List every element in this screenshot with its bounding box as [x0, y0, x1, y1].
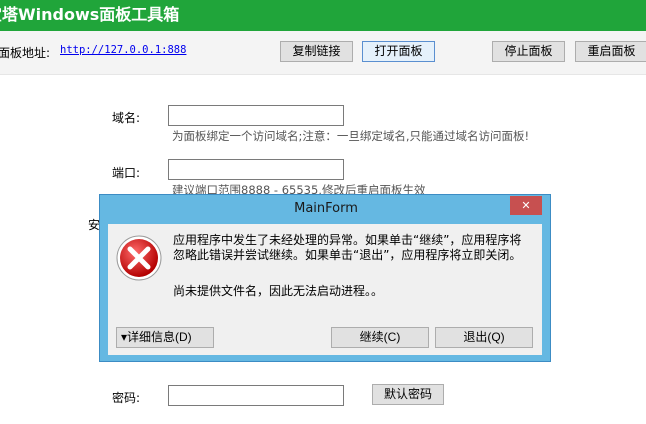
domain-input[interactable] [168, 105, 344, 126]
mainform-dialog: MainForm ✕ 应用程序中发生了未经处理的异常。如果单击“继续”，应用程序… [99, 194, 551, 362]
details-button[interactable]: ▾详细信息(D) [116, 327, 214, 348]
error-detail-message: 尚未提供文件名，因此无法启动进程。。 [173, 284, 384, 298]
domain-label: 域名: [112, 111, 141, 125]
port-input[interactable] [168, 159, 344, 180]
panel-address-link[interactable]: http://127.0.0.1:888 [60, 44, 186, 56]
continue-button[interactable]: 继续(C) [331, 327, 429, 348]
error-message: 应用程序中发生了未经处理的异常。如果单击“继续”，应用程序将忽略此错误并尝试继续… [173, 233, 522, 262]
open-panel-button[interactable]: 打开面板 [362, 41, 435, 62]
panel-address-label: 面板地址: [0, 46, 51, 60]
copy-link-button[interactable]: 复制链接 [280, 41, 353, 62]
toolbar: 面板地址: http://127.0.0.1:888 复制链接 打开面板 停止面… [0, 31, 646, 75]
stop-panel-button[interactable]: 停止面板 [492, 41, 565, 62]
domain-hint: 为面板绑定一个访问域名;注意：一旦绑定域名,只能通过域名访问面板! [172, 129, 530, 143]
password-label: 密码: [112, 391, 141, 405]
default-password-button[interactable]: 默认密码 [372, 384, 444, 405]
port-label: 端口: [112, 166, 141, 180]
error-icon [116, 235, 162, 281]
close-icon[interactable]: ✕ [510, 196, 542, 215]
restart-panel-button[interactable]: 重启面板 [575, 41, 646, 62]
dialog-body: 应用程序中发生了未经处理的异常。如果单击“继续”，应用程序将忽略此错误并尝试继续… [108, 224, 542, 355]
dialog-title: MainForm [294, 201, 358, 216]
app-title: 宝塔Windows面板工具箱 [0, 5, 180, 24]
app-header: 宝塔Windows面板工具箱 [0, 0, 646, 31]
password-input[interactable] [168, 385, 344, 406]
quit-button[interactable]: 退出(Q) [435, 327, 533, 348]
